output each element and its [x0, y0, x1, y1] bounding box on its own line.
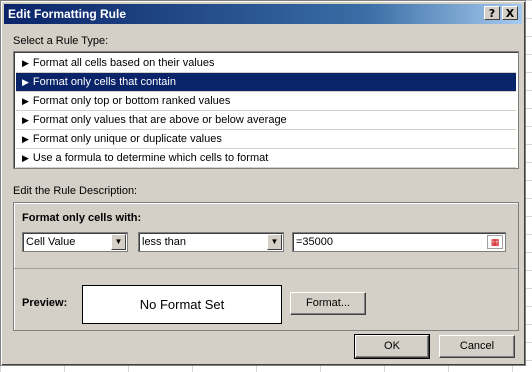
- preview-label: Preview:: [22, 297, 68, 309]
- operator-value: less than: [142, 236, 187, 248]
- arrow-icon: ▶: [22, 96, 29, 106]
- preview-box: No Format Set: [82, 285, 282, 324]
- condition-area: Format only cells with: Cell Value ▼ les…: [14, 203, 518, 269]
- window-title: Edit Formatting Rule: [8, 7, 126, 21]
- arrow-icon: ▶: [22, 153, 29, 163]
- edit-formatting-rule-dialog: Edit Formatting Rule ? X Select a Rule T…: [0, 0, 526, 366]
- rule-type-item-all-cells[interactable]: ▶ Format all cells based on their values: [16, 54, 516, 73]
- help-button[interactable]: ?: [484, 6, 500, 20]
- cancel-button[interactable]: Cancel: [439, 335, 515, 358]
- rule-type-label: Select a Rule Type:: [13, 35, 109, 47]
- title-bar: Edit Formatting Rule ? X: [4, 4, 522, 24]
- rule-type-item-top-bottom[interactable]: ▶ Format only top or bottom ranked values: [16, 92, 516, 111]
- value-input[interactable]: =35000 ▦: [292, 232, 506, 252]
- range-selector-icon[interactable]: ▦: [487, 235, 503, 249]
- condition-type-value: Cell Value: [26, 236, 76, 248]
- format-button[interactable]: Format...: [290, 292, 366, 315]
- rule-type-item-formula[interactable]: ▶ Use a formula to determine which cells …: [16, 149, 516, 168]
- arrow-icon: ▶: [22, 115, 29, 125]
- chevron-down-icon[interactable]: ▼: [267, 234, 282, 250]
- rule-description-panel: Format only cells with: Cell Value ▼ les…: [13, 202, 519, 331]
- rule-type-item-above-below-average[interactable]: ▶ Format only values that are above or be…: [16, 111, 516, 130]
- ok-button[interactable]: OK: [354, 334, 430, 359]
- rule-type-list: ▶ Format all cells based on their values …: [13, 51, 519, 169]
- arrow-icon: ▶: [22, 77, 29, 87]
- operator-select[interactable]: less than ▼: [138, 232, 284, 252]
- preview-text: No Format Set: [139, 297, 225, 312]
- rule-description-label: Edit the Rule Description:: [13, 185, 138, 197]
- arrow-icon: ▶: [22, 58, 29, 68]
- condition-title: Format only cells with:: [22, 212, 142, 224]
- rule-type-item-cells-that-contain[interactable]: ▶ Format only cells that contain: [16, 73, 516, 92]
- condition-type-select[interactable]: Cell Value ▼: [22, 232, 128, 252]
- arrow-icon: ▶: [22, 134, 29, 144]
- chevron-down-icon[interactable]: ▼: [111, 234, 126, 250]
- value-text: =35000: [296, 236, 334, 248]
- close-button[interactable]: X: [502, 6, 518, 20]
- rule-type-item-unique-duplicate[interactable]: ▶ Format only unique or duplicate values: [16, 130, 516, 149]
